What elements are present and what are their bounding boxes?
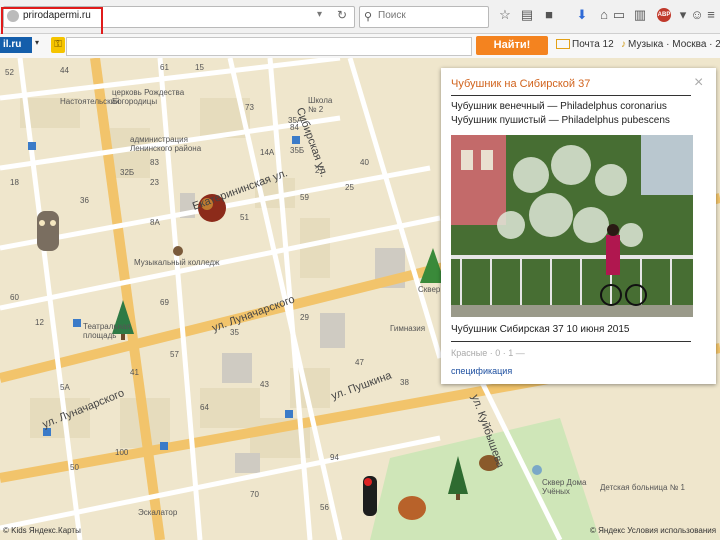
map-attribution[interactable]: © Kids Яндекс.Карты <box>3 526 81 535</box>
browser-toolbar: prirodapermi.ru ▾ ↻ ⚲ ☆ ▤ ■ ⬇ ⌂ ▭ ▥ ABP … <box>0 0 720 34</box>
popup-species-2: Чубушник пушистый — Philadelphus pubesce… <box>451 115 670 126</box>
close-icon[interactable]: × <box>694 74 703 92</box>
place-label-4: Сквер <box>418 285 441 294</box>
dropdown-icon[interactable]: ▾ <box>676 8 690 22</box>
house-number: 51 <box>240 213 249 222</box>
place-label-7: Сквер Дома Учёных <box>542 478 587 496</box>
house-number: 5А <box>60 383 70 392</box>
house-number: 36 <box>80 196 89 205</box>
house-number: 27 <box>315 166 324 175</box>
place-label-5: Гимназия <box>390 324 426 333</box>
envelope-icon <box>556 39 570 50</box>
house-number: 52 <box>5 68 14 77</box>
mailru-search-input[interactable] <box>66 37 472 56</box>
reload-icon[interactable]: ↻ <box>337 8 347 22</box>
search-icon: ⚲ <box>364 11 373 23</box>
place-label-0: Настоятельский <box>60 97 120 106</box>
house-number: 50 <box>70 463 79 472</box>
mail-label: Почта 12 <box>572 39 614 50</box>
key-icon[interactable]: ⚿ <box>51 37 65 53</box>
popup-species-1: Чубушник венечный — Philadelphus coronar… <box>451 101 667 112</box>
mailru-dropdown-icon[interactable]: ▾ <box>35 38 39 47</box>
house-number: 70 <box>250 490 259 499</box>
house-number: 23 <box>150 178 159 187</box>
house-number: 8A <box>150 218 160 227</box>
house-number: 83 <box>150 158 159 167</box>
url-highlight-box <box>1 7 103 37</box>
house-number: 15 <box>195 63 204 72</box>
place-label-10: Школа № 2 <box>308 96 333 114</box>
house-number: 44 <box>60 66 69 75</box>
house-number: 29 <box>300 313 309 322</box>
house-number: 38 <box>400 378 409 387</box>
download-icon[interactable]: ⬇ <box>575 8 589 22</box>
popup-meta: Красные · 0 · 1 — <box>451 348 525 358</box>
house-number: 56 <box>320 503 329 512</box>
lock-icon[interactable]: ■ <box>542 8 556 22</box>
hamburger-menu-icon[interactable]: ≡ <box>704 8 718 22</box>
bookmark-star-icon[interactable]: ☆ <box>498 8 512 22</box>
map-terms[interactable]: © Яндекс Условия использования <box>590 526 716 535</box>
house-number: 14А <box>260 148 275 157</box>
house-number: 12 <box>35 318 44 327</box>
house-number: 47 <box>355 358 364 367</box>
photo-caption: Чубушник Сибирская 37 10 июня 2015 <box>451 324 630 335</box>
house-number: 40 <box>360 158 369 167</box>
adblock-icon[interactable]: ABP <box>657 8 671 22</box>
map-popup: Чубушник на Сибирской 37 × Чубушник вене… <box>441 68 716 384</box>
house-number: 35A <box>288 116 303 125</box>
find-button[interactable]: Найти! <box>476 36 548 55</box>
house-number: 43 <box>260 380 269 389</box>
house-number: 64 <box>200 403 209 412</box>
menu-grid-icon[interactable]: ▥ <box>633 8 647 22</box>
house-number: 61 <box>160 63 169 72</box>
url-dropdown-icon[interactable]: ▾ <box>317 9 322 20</box>
home-icon[interactable]: ⌂ <box>597 8 611 22</box>
house-number: 35Б <box>290 146 305 155</box>
place-label-2: администрация Ленинского района <box>130 135 202 153</box>
house-number: 35 <box>230 328 239 337</box>
popup-photo[interactable] <box>451 135 693 317</box>
music-link[interactable]: ♪ Музыка · Москва · 2° <box>621 39 720 50</box>
place-label-8: Эскалатор <box>138 508 178 517</box>
house-number: 60 <box>10 293 19 302</box>
house-number: 59 <box>300 193 309 202</box>
place-label-1: церковь Рождества Богородицы <box>112 88 185 106</box>
place-label-6: Детская больница № 1 <box>600 483 685 492</box>
music-label: Музыка · Москва · 2° <box>628 39 720 50</box>
clipboard-icon[interactable]: ▤ <box>520 8 534 22</box>
house-number: 94 <box>330 453 339 462</box>
house-number: 41 <box>130 368 139 377</box>
house-number: 57 <box>170 350 179 359</box>
popup-divider <box>451 95 691 96</box>
chat-icon[interactable]: ▭ <box>612 8 626 22</box>
house-number: 69 <box>160 298 169 307</box>
popup-title: Чубушник на Сибирской 37 <box>451 78 591 90</box>
smiley-icon[interactable]: ☺ <box>690 8 704 22</box>
popup-divider-2 <box>451 341 691 342</box>
browser-search-box[interactable]: ⚲ <box>359 6 489 28</box>
house-number: 100 <box>115 448 129 457</box>
house-number: 73 <box>245 103 254 112</box>
house-number: 32Б <box>120 168 135 177</box>
browser-search-input[interactable] <box>376 9 488 22</box>
music-note-icon: ♪ <box>621 39 626 50</box>
house-number: 18 <box>10 178 19 187</box>
house-number: 25 <box>345 183 354 192</box>
place-label-3: Музыкальный колледж <box>134 258 220 267</box>
mailru-logo[interactable]: il.ru <box>0 37 32 53</box>
mail-link[interactable]: Почта 12 <box>556 39 614 50</box>
photo-illustration <box>451 135 693 317</box>
place-label-9: Театральная площадь <box>83 322 131 340</box>
specification-link[interactable]: спецификация <box>451 366 512 376</box>
map-footer: © Kids Яндекс.Карты © Яндекс Условия исп… <box>0 522 720 540</box>
